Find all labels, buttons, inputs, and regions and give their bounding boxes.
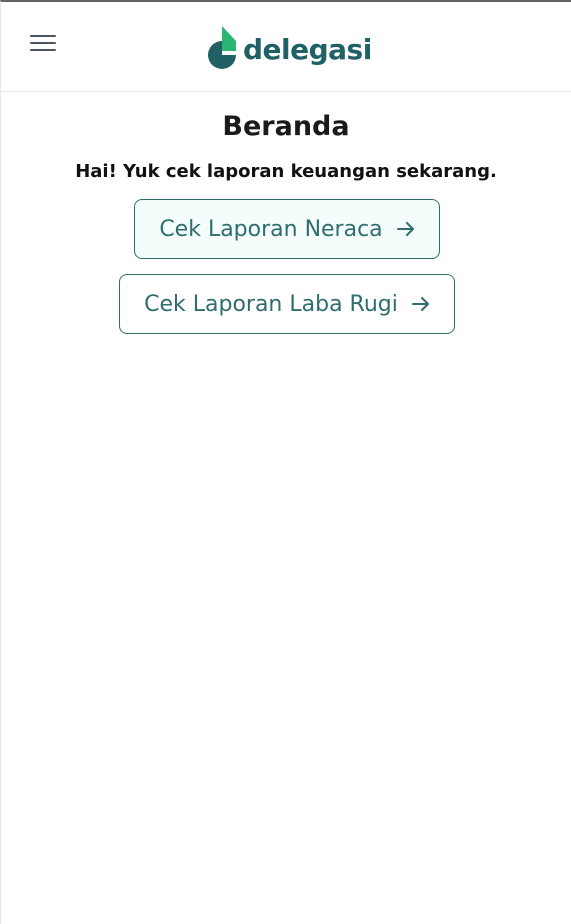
arrow-right-icon (411, 296, 430, 312)
cek-laporan-laba-rugi-button[interactable]: Cek Laporan Laba Rugi (119, 274, 455, 334)
brand-logo[interactable]: delegasi (207, 22, 372, 72)
arrow-right-icon (396, 221, 415, 237)
cek-laporan-neraca-button[interactable]: Cek Laporan Neraca (134, 199, 440, 259)
delegasi-logo-icon (208, 26, 236, 69)
button-label: Cek Laporan Neraca (159, 216, 383, 242)
app-frame: delegasi Beranda Hai! Yuk cek laporan ke… (0, 0, 571, 924)
logo-text: delegasi (243, 32, 372, 66)
button-label: Cek Laporan Laba Rugi (144, 291, 398, 317)
page-title: Beranda (222, 111, 350, 142)
hamburger-menu-icon (28, 35, 58, 51)
main-content: Beranda Hai! Yuk cek laporan keuangan se… (1, 110, 571, 334)
menu-button[interactable] (28, 30, 58, 60)
greeting-text: Hai! Yuk cek laporan keuangan sekarang. (75, 161, 497, 182)
top-header: delegasi (1, 2, 571, 92)
